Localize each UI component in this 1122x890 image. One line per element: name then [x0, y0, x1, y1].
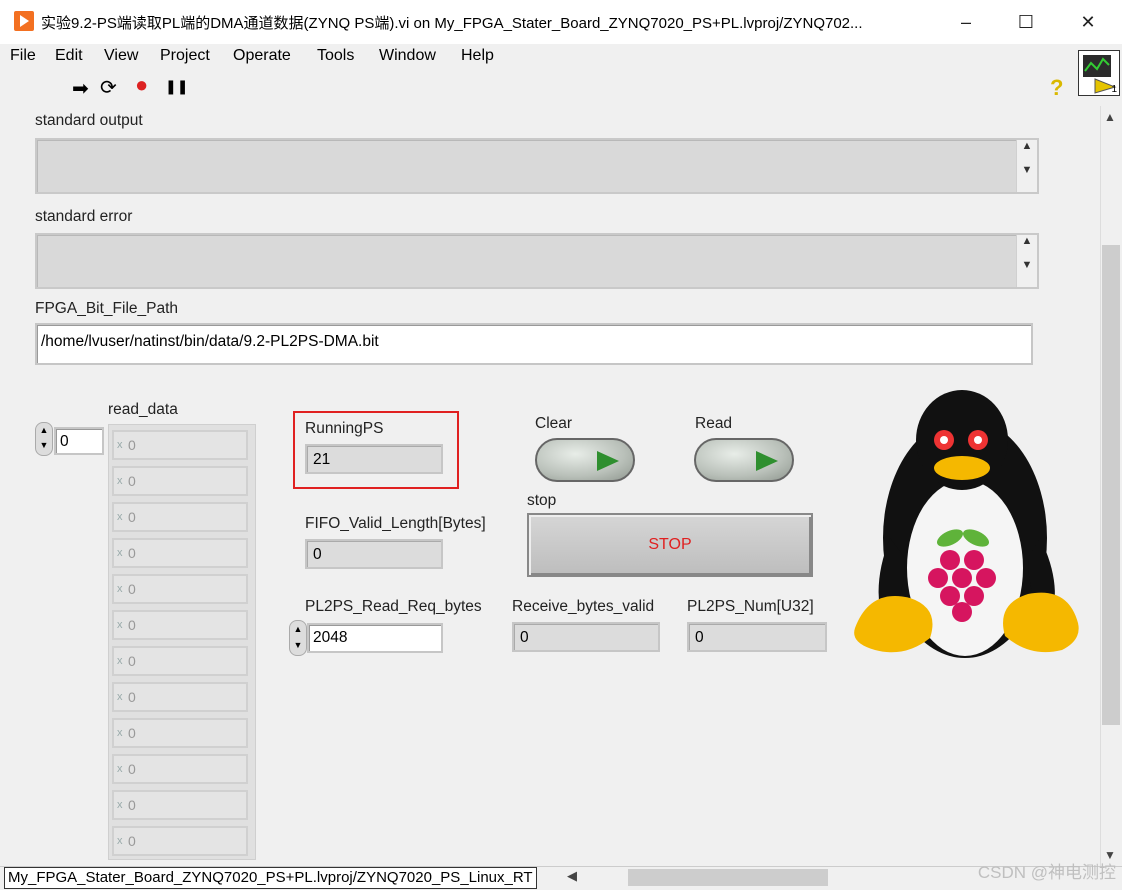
vertical-scroll-thumb[interactable]	[1102, 245, 1120, 725]
array-element[interactable]: x0	[112, 610, 248, 640]
array-element[interactable]: x0	[112, 430, 248, 460]
help-icon[interactable]: ?	[1050, 75, 1063, 101]
run-icon[interactable]: ➡	[72, 76, 89, 101]
fpga-bit-file-path-label: FPGA_Bit_File_Path	[35, 300, 179, 317]
standard-output-label: standard output	[35, 112, 143, 129]
abort-icon[interactable]: ●	[135, 72, 148, 98]
toolbar: ➡ ⟳ ● ❚❚ ?	[0, 71, 1076, 107]
array-element[interactable]: x0	[112, 682, 248, 712]
fifo-valid-length-label: FIFO_Valid_Length[Bytes]	[305, 515, 486, 532]
receive-bytes-valid-label: Receive_bytes_valid	[512, 598, 655, 615]
fifo-valid-length-indicator: 0	[305, 539, 443, 569]
read-label: Read	[695, 415, 733, 432]
clear-label: Clear	[535, 415, 573, 432]
maximize-button[interactable]: ☐	[1006, 8, 1046, 36]
menu-edit[interactable]: Edit	[55, 47, 83, 65]
standard-error-label: standard error	[35, 208, 133, 225]
csdn-watermark: CSDN @神电测控	[977, 863, 1116, 882]
stop-label: stop	[527, 492, 557, 509]
array-element[interactable]: x0	[112, 718, 248, 748]
fpga-bit-file-path-input[interactable]: /home/lvuser/natinst/bin/data/9.2-PL2PS-…	[35, 323, 1033, 365]
standard-error-box[interactable]: ▲ ▼	[35, 233, 1039, 289]
array-element[interactable]: x0	[112, 790, 248, 820]
horizontal-scroll-thumb[interactable]	[628, 869, 828, 886]
array-index-stepper[interactable]: ▲ ▼	[35, 422, 53, 456]
receive-bytes-valid-indicator: 0	[512, 622, 660, 652]
menu-view[interactable]: View	[104, 47, 138, 65]
running-ps-indicator: 21	[305, 444, 443, 474]
led-arrow-icon	[597, 451, 619, 471]
pause-icon[interactable]: ❚❚	[165, 78, 188, 95]
menu-file[interactable]: File	[10, 47, 36, 65]
led-arrow-icon	[756, 451, 778, 471]
menu-operate[interactable]: Operate	[233, 47, 291, 65]
project-path-status[interactable]: My_FPGA_Stater_Board_ZYNQ7020_PS+PL.lvpr…	[4, 867, 537, 889]
read-button[interactable]	[694, 438, 794, 482]
tux-raspberry-image	[850, 388, 1082, 664]
menu-help[interactable]: Help	[461, 47, 494, 65]
array-index-input[interactable]: 0	[54, 427, 104, 455]
vi-icon-number: 1	[1111, 84, 1117, 95]
read-data-label: read_data	[108, 401, 178, 418]
minimize-button[interactable]: –	[946, 8, 986, 36]
pl2ps-num-label: PL2PS_Num[U32]	[687, 598, 814, 615]
menu-window[interactable]: Window	[379, 47, 436, 65]
menu-project[interactable]: Project	[160, 47, 210, 65]
window-title: 实验9.2-PS端读取PL端的DMA通道数据(ZYNQ PS端).vi on M…	[41, 15, 863, 32]
pl2ps-read-req-bytes-input[interactable]: 2048	[307, 623, 443, 653]
menu-tools[interactable]: Tools	[317, 47, 354, 65]
array-element[interactable]: x0	[112, 646, 248, 676]
pl2ps-read-req-bytes-label: PL2PS_Read_Req_bytes	[305, 598, 482, 615]
standard-output-scrollbar[interactable]: ▲ ▼	[1016, 140, 1037, 192]
standard-error-scrollbar[interactable]: ▲ ▼	[1016, 235, 1037, 287]
scroll-up-icon[interactable]: ▲	[1104, 110, 1116, 124]
array-element[interactable]: x0	[112, 538, 248, 568]
close-button[interactable]: ✕	[1068, 8, 1108, 36]
running-ps-label: RunningPS	[305, 420, 384, 437]
labview-vi-icon	[14, 11, 34, 31]
run-continuously-icon[interactable]: ⟳	[100, 75, 117, 100]
array-element[interactable]: x0	[112, 826, 248, 856]
array-element[interactable]: x0	[112, 466, 248, 496]
read-req-bytes-stepper[interactable]: ▲ ▼	[289, 620, 307, 656]
menu-bar: File Edit View Project Operate Tools Win…	[0, 44, 1122, 71]
pl2ps-num-indicator: 0	[687, 622, 827, 652]
stop-button[interactable]: STOP	[527, 513, 813, 577]
array-element[interactable]: x0	[112, 574, 248, 604]
array-element[interactable]: x0	[112, 754, 248, 784]
title-bar: 实验9.2-PS端读取PL端的DMA通道数据(ZYNQ PS端).vi on M…	[0, 0, 1122, 44]
clear-button[interactable]	[535, 438, 635, 482]
standard-output-box[interactable]: ▲ ▼	[35, 138, 1039, 194]
array-element[interactable]: x0	[112, 502, 248, 532]
vi-connector-icon[interactable]: 1	[1078, 50, 1120, 96]
scroll-left-icon[interactable]: ◀	[567, 868, 577, 884]
